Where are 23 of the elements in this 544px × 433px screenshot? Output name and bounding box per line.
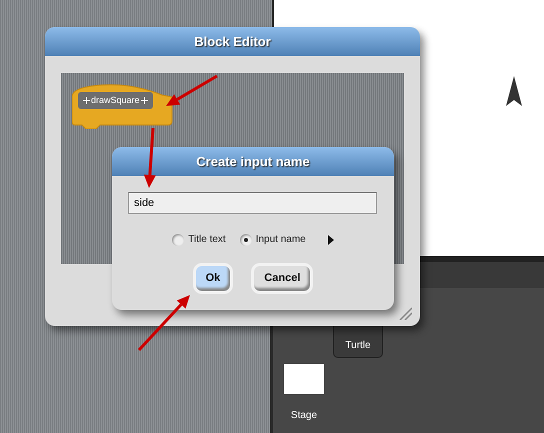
radio-option[interactable]: Title text [172, 232, 226, 247]
expand-arrow-icon[interactable] [328, 234, 334, 244]
stage-label: Stage [290, 409, 318, 423]
dialog-title: Create input name [112, 147, 394, 176]
annotation-arrow [144, 128, 156, 188]
block-label: drawSquare [91, 94, 140, 107]
dialog-button[interactable]: Ok [192, 263, 234, 294]
window-title: Block Editor [45, 27, 420, 56]
radio-button[interactable] [240, 234, 252, 246]
turtle-pointer-icon [506, 76, 522, 106]
plus-icon[interactable] [83, 97, 90, 104]
stage-thumbnail[interactable] [284, 364, 324, 394]
radio-label: Title text [188, 233, 226, 247]
plus-icon[interactable] [140, 97, 148, 104]
resize-handle[interactable] [398, 306, 412, 320]
radio-button[interactable] [172, 234, 184, 246]
radio-option[interactable]: Input name [240, 232, 306, 247]
radio-label: Input name [256, 233, 306, 247]
annotation-arrow [166, 74, 218, 106]
dialog-button[interactable]: Cancel [251, 263, 314, 294]
custom-block-prototype[interactable]: drawSquare [78, 92, 153, 109]
input-field[interactable]: side [128, 192, 377, 214]
annotation-arrow [138, 295, 190, 352]
